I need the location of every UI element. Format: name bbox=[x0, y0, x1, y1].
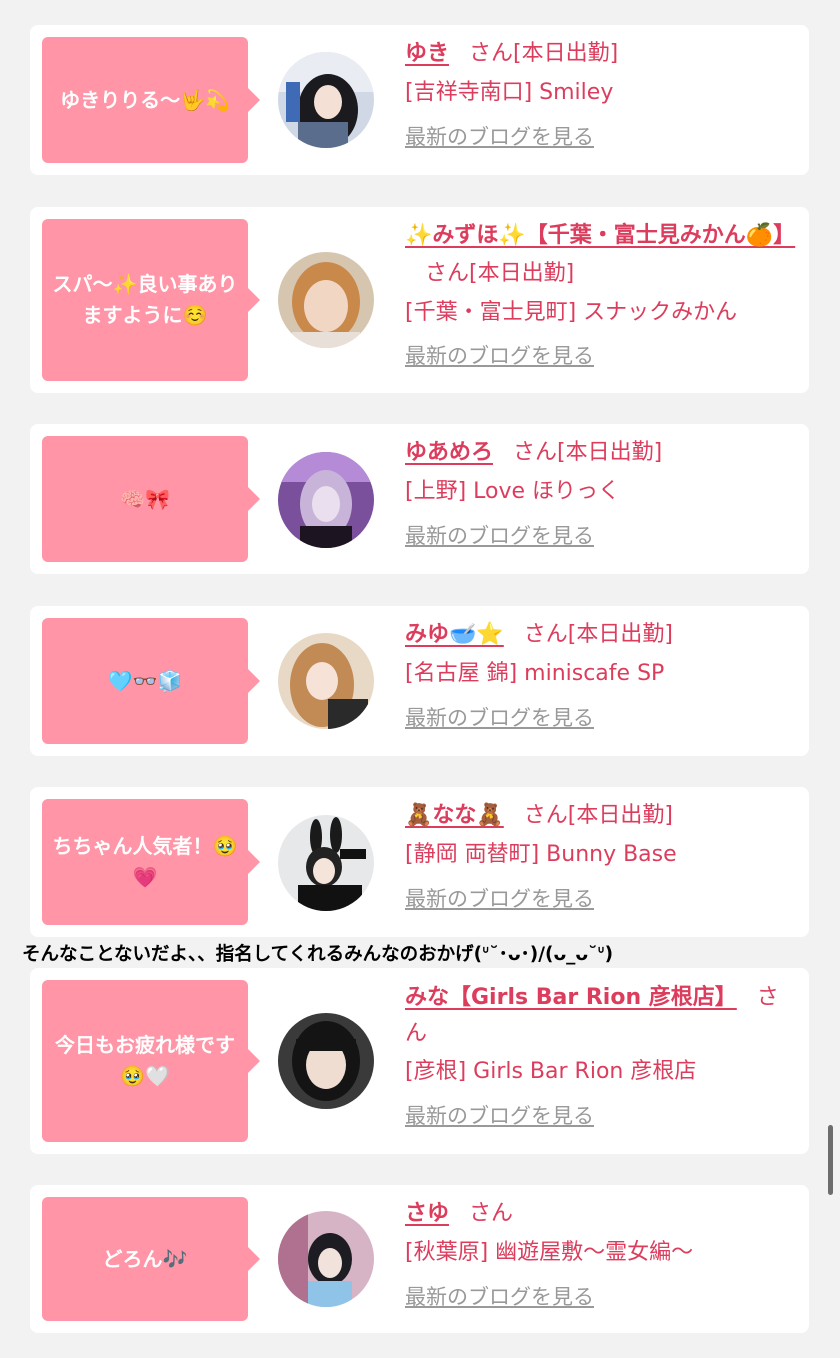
girl-card[interactable]: 🩵👓🧊 みゆ🥣⭐️ さん[本日出勤] [名古屋 錦] miniscafe SP 最… bbox=[30, 606, 809, 756]
avatar[interactable] bbox=[278, 1211, 374, 1307]
blog-link[interactable]: 最新のブログを見る bbox=[405, 341, 800, 371]
overlay-caption: そんなことないだよ、、指名してくれるみんなのおかげ(ᐡ˘･ᴗ･)/(ᴗ_ᴗ˘ᐡ) bbox=[22, 944, 614, 965]
blog-link[interactable]: 最新のブログを見る bbox=[405, 122, 800, 152]
avatar[interactable] bbox=[278, 52, 374, 148]
blog-link[interactable]: 最新のブログを見る bbox=[405, 1101, 800, 1131]
shop-text: [千葉・富士見町] スナックみかん bbox=[405, 300, 738, 325]
avatar[interactable] bbox=[278, 452, 374, 548]
girl-card[interactable]: ゆきりりる〜🤟💫 ゆき さん[本日出勤] [吉祥寺南口] Smiley 最新のブロ… bbox=[30, 25, 809, 175]
message-bubble: スパ〜✨良い事ありますように☺️ bbox=[42, 219, 260, 381]
status-text: さん[本日出勤] bbox=[523, 803, 673, 828]
shop-text: [吉祥寺南口] Smiley bbox=[405, 80, 614, 105]
girl-name-link[interactable]: ゆき bbox=[405, 41, 449, 66]
girl-card[interactable]: 🧠🎀 ゆあめろ さん[本日出勤] [上野] Love ほりっく 最新のブログを見る bbox=[30, 424, 809, 574]
status-text: さん[本日出勤] bbox=[425, 261, 575, 286]
girl-card[interactable]: 今日もお疲れ様です🥹🤍 みな【Girls Bar Rion 彦根店】 さん [彦根… bbox=[30, 968, 809, 1154]
message-bubble: 今日もお疲れ様です🥹🤍 bbox=[42, 980, 260, 1142]
blog-link[interactable]: 最新のブログを見る bbox=[405, 884, 800, 914]
status-text: さん[本日出勤] bbox=[513, 440, 663, 465]
girl-name-link[interactable]: みゆ🥣⭐️ bbox=[405, 622, 504, 647]
shop-text: [秋葉原] 幽遊屋敷〜霊女編〜 bbox=[405, 1240, 694, 1265]
avatar[interactable] bbox=[278, 252, 374, 348]
shop-text: [上野] Love ほりっく bbox=[405, 479, 621, 504]
status-text: さん bbox=[469, 1201, 514, 1226]
status-text: さん[本日出勤] bbox=[523, 622, 673, 647]
girl-name-link[interactable]: ✨みずほ✨【千葉・富士見みかん🍊】 bbox=[405, 223, 795, 248]
blog-link[interactable]: 最新のブログを見る bbox=[405, 703, 800, 733]
girl-name-link[interactable]: みな【Girls Bar Rion 彦根店】 bbox=[405, 985, 737, 1010]
girl-name-link[interactable]: ゆあめろ bbox=[405, 440, 493, 465]
girl-name-link[interactable]: 🧸なな🧸 bbox=[405, 803, 504, 828]
girl-name-link[interactable]: さゆ bbox=[405, 1201, 449, 1226]
avatar[interactable] bbox=[278, 1013, 374, 1109]
blog-link[interactable]: 最新のブログを見る bbox=[405, 521, 800, 551]
message-bubble: どろん🎶 bbox=[42, 1197, 260, 1321]
girl-card[interactable]: どろん🎶 さゆ さん [秋葉原] 幽遊屋敷〜霊女編〜 最新のブログを見る bbox=[30, 1185, 809, 1333]
shop-text: [名古屋 錦] miniscafe SP bbox=[405, 661, 665, 686]
message-bubble: 🩵👓🧊 bbox=[42, 618, 260, 744]
status-text: さん[本日出勤] bbox=[469, 41, 619, 66]
shop-text: [彦根] Girls Bar Rion 彦根店 bbox=[405, 1059, 697, 1084]
shop-text: [静岡 両替町] Bunny Base bbox=[405, 842, 677, 867]
girl-card[interactable]: ちちゃん人気者！🥹💗 🧸なな🧸 さん[本日出勤] [静岡 両替町] Bunny B… bbox=[30, 787, 809, 937]
blog-link[interactable]: 最新のブログを見る bbox=[405, 1282, 800, 1312]
avatar[interactable] bbox=[278, 815, 374, 911]
avatar[interactable] bbox=[278, 633, 374, 729]
scrollbar[interactable] bbox=[828, 1125, 833, 1195]
girl-card[interactable]: スパ〜✨良い事ありますように☺️ ✨みずほ✨【千葉・富士見みかん🍊】さん[本日出… bbox=[30, 207, 809, 393]
message-bubble: 🧠🎀 bbox=[42, 436, 260, 562]
message-bubble: ちちゃん人気者！🥹💗 bbox=[42, 799, 260, 925]
message-bubble: ゆきりりる〜🤟💫 bbox=[42, 37, 260, 163]
